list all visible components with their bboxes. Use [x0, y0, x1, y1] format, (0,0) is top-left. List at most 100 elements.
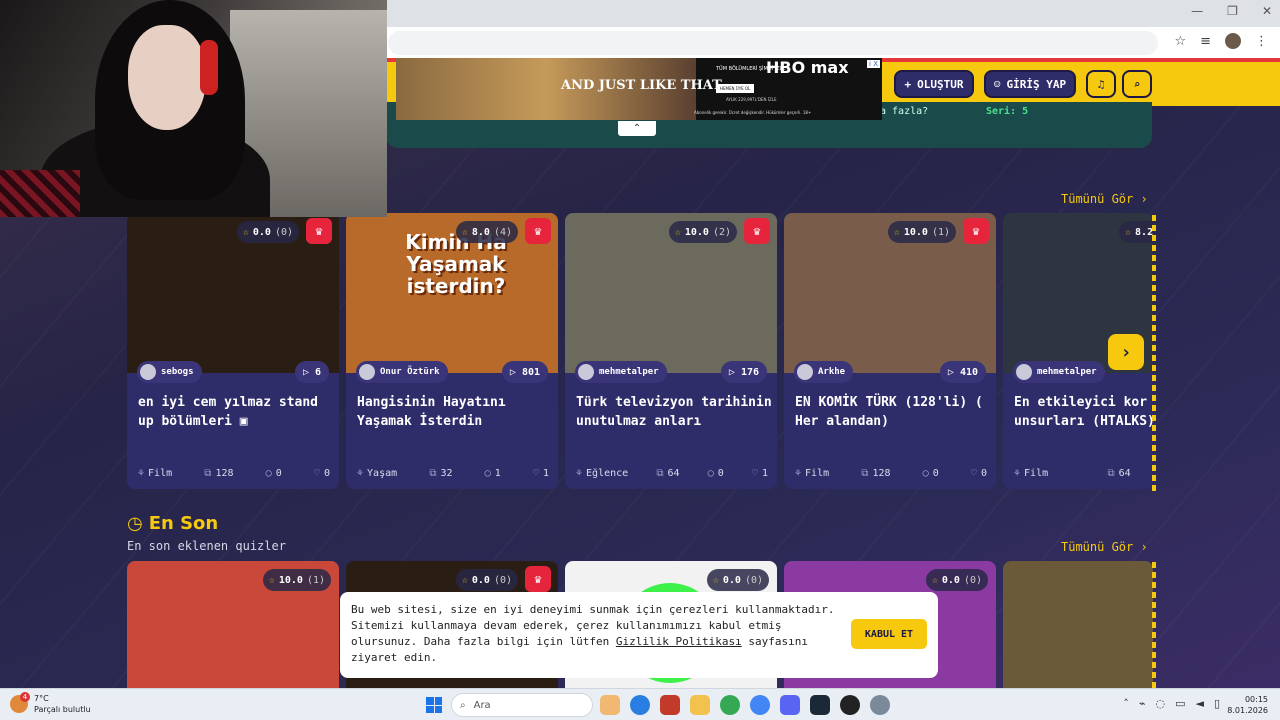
category-icon: ⚘: [576, 468, 583, 479]
rating-badge: ☆ 10.0 (2): [668, 221, 737, 243]
play-icon: ▷: [302, 366, 309, 378]
ad-collapse-button[interactable]: ⌃: [618, 121, 656, 136]
latest-section-title: ◷ En Son: [127, 513, 218, 534]
login-button[interactable]: ☺ GİRİŞ YAP: [984, 70, 1076, 98]
quiz-title[interactable]: Hangisinin Hayatını Yaşamak İsterdin: [357, 393, 553, 431]
quiz-card[interactable]: ☆ 10.0 (1) ♛ Arkhe ▷ 410 EN KOMİK TÜRK (128'li)…: [784, 213, 996, 489]
author-name: Arkhe: [818, 367, 846, 377]
ad-legal-text: Abonelik gerekir. Ücret değişkendir. Hük…: [694, 110, 812, 115]
rating-badge: ☆ 0.0 (0): [706, 569, 769, 591]
comment-count: ◯ 0: [923, 468, 939, 479]
notifications-button[interactable]: ♫: [1086, 70, 1116, 98]
rating-badge: ☆ 0.0 (0): [455, 569, 518, 591]
rating-value: 0.0: [941, 574, 960, 586]
crown-icon[interactable]: ♛: [525, 566, 551, 592]
battery-icon[interactable]: ▯: [1214, 697, 1220, 710]
quiz-card[interactable]: ☆ 10.0 (2) ♛ mehmetalper ▷ 176 Türk televizyon …: [565, 213, 777, 489]
author-chip[interactable]: mehmetalper: [1013, 361, 1105, 383]
heart-icon: ♡: [532, 468, 539, 479]
category: ⚘ Yaşam: [357, 468, 397, 479]
create-button[interactable]: + OLUŞTUR: [894, 70, 974, 98]
rating-count: (0): [963, 574, 982, 586]
display-icon[interactable]: ▭: [1175, 697, 1185, 710]
carousel-next-button[interactable]: ›: [1108, 334, 1144, 370]
see-all-popular-link[interactable]: Tümünü Gör ›: [1061, 192, 1148, 206]
quiz-card[interactable]: ☆ 0.0 (0) ♛ sebogs ▷ 6 en iyi cem yılmaz stand …: [127, 213, 339, 489]
author-chip[interactable]: Onur Öztürk: [356, 361, 448, 383]
volume-icon[interactable]: ◄: [1195, 697, 1203, 710]
steam-icon[interactable]: [810, 695, 830, 715]
game-app-icon[interactable]: [660, 695, 680, 715]
quiz-title[interactable]: En etkileyici kor filmi unsurları (HTALK…: [1014, 393, 1153, 431]
quiz-card[interactable]: Kimin Ha Yaşamak isterdin? ☆ 8.0 (4) ♛ Onur Ö…: [346, 213, 558, 489]
crown-icon[interactable]: ♛: [525, 218, 551, 244]
category-label: Film: [805, 468, 830, 479]
address-bar[interactable]: [388, 31, 1158, 55]
quiz-card-latest[interactable]: [1003, 561, 1153, 688]
crown-icon[interactable]: ♛: [744, 218, 770, 244]
chrome-profile-icon[interactable]: [750, 695, 770, 715]
quiz-title[interactable]: Türk televizyon tarihinin unutulmaz anla…: [576, 393, 772, 431]
star-icon: ☆: [931, 574, 938, 586]
crown-icon[interactable]: ♛: [306, 218, 332, 244]
question-count: ⧉ 64: [656, 468, 679, 479]
privacy-policy-link[interactable]: Gizlilik Politikası: [616, 635, 742, 648]
edge-icon[interactable]: [630, 695, 650, 715]
taskbar-search-placeholder: Ara: [473, 699, 491, 711]
rating-count: (2): [712, 226, 731, 238]
media-app-icon[interactable]: [840, 695, 860, 715]
minimize-button[interactable]: —: [1191, 4, 1203, 18]
comment-icon: ◯: [707, 468, 714, 479]
rating-count: (4): [493, 226, 512, 238]
network-icon[interactable]: ⌁: [1139, 697, 1146, 710]
rating-count: (0): [493, 574, 512, 586]
weather-widget[interactable]: 4 7°C Parçalı bulutlu: [10, 692, 91, 715]
pinned-app-icon[interactable]: [600, 695, 620, 715]
play-count: ▷ 176: [720, 361, 767, 383]
like-count: ♡ 1: [533, 468, 549, 479]
author-chip[interactable]: sebogs: [137, 361, 202, 383]
chevron-up-icon: ⌃: [632, 123, 642, 134]
quiz-card-latest[interactable]: ☆ 10.0 (1): [127, 561, 339, 688]
taskbar-search[interactable]: ⌕ Ara: [451, 693, 593, 717]
ad-choices-icon[interactable]: i X: [867, 60, 880, 68]
settings-icon[interactable]: [870, 695, 890, 715]
heart-icon: ♡: [751, 468, 758, 479]
microphone-icon[interactable]: ◌: [1155, 697, 1165, 710]
taskbar-clock[interactable]: 00:15 8.01.2026: [1227, 694, 1268, 716]
crown-icon[interactable]: ♛: [963, 218, 989, 244]
see-all-latest-link[interactable]: Tümünü Gör ›: [1061, 540, 1148, 554]
webcam-plaid-blanket: [0, 170, 80, 217]
chrome-icon[interactable]: [720, 695, 740, 715]
webcam-person-face: [128, 25, 206, 130]
author-chip[interactable]: Arkhe: [794, 361, 854, 383]
comment-count: ◯ 1: [485, 468, 501, 479]
category-label: Yaşam: [367, 468, 398, 479]
author-avatar: [359, 364, 375, 380]
headset-icon: [200, 40, 218, 95]
profile-avatar[interactable]: [1225, 33, 1241, 49]
bookmark-star-icon[interactable]: ☆: [1174, 34, 1186, 49]
discord-icon[interactable]: [780, 695, 800, 715]
advertisement-banner[interactable]: AND JUST LIKE THAT TÜM BÖLÜMLERİ ŞİMDİ İ…: [396, 58, 882, 120]
maximize-button[interactable]: ❐: [1227, 4, 1238, 18]
like-count-value: 1: [542, 468, 549, 479]
rating-count: (0): [744, 574, 763, 586]
quiz-title[interactable]: EN KOMİK TÜRK (128'li) ( Her alandan): [795, 393, 991, 431]
start-button[interactable]: [426, 697, 442, 713]
quiz-title[interactable]: en iyi cem yılmaz stand up bölümleri ▣: [138, 393, 334, 431]
ad-cta-button[interactable]: HEMEN ÜYE OL: [716, 84, 755, 93]
author-avatar: [578, 364, 594, 380]
file-explorer-icon[interactable]: [690, 695, 710, 715]
tray-chevron-up-icon[interactable]: ˄: [1123, 697, 1129, 710]
comment-icon: ◯: [484, 468, 491, 479]
search-button[interactable]: ⌕: [1122, 70, 1152, 98]
browser-menu-icon[interactable]: ⋮: [1255, 34, 1268, 49]
comment-count-value: 0: [932, 468, 939, 479]
media-control-icon[interactable]: ≡: [1200, 34, 1211, 49]
weather-icon: 4: [10, 692, 30, 713]
author-chip[interactable]: mehmetalper: [575, 361, 667, 383]
accept-cookies-button[interactable]: KABUL ET: [851, 619, 927, 649]
question-count: ⧉ 64: [1107, 468, 1130, 479]
close-button[interactable]: ✕: [1262, 4, 1272, 18]
